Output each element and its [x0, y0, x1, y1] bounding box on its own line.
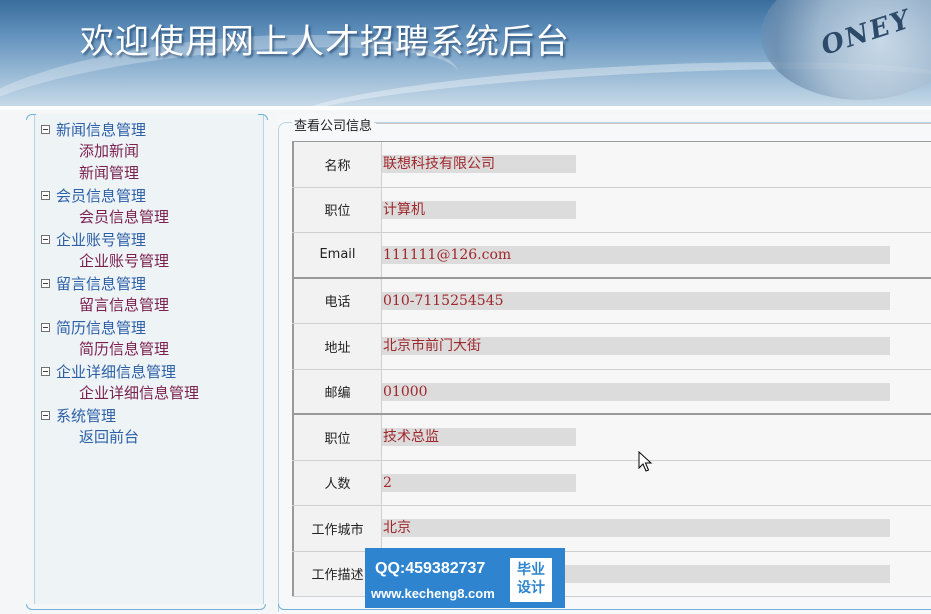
watermark-badge: QQ:459382737 www.kecheng8.com 毕业 设计 — [365, 548, 565, 608]
menu-head-company-accounts[interactable]: 企业账号管理 — [41, 228, 261, 250]
menu-link-member-manage[interactable]: 会员信息管理 — [41, 206, 261, 228]
menu-head-resumes[interactable]: 简历信息管理 — [41, 316, 261, 338]
header-divider — [0, 106, 931, 110]
row-value-name: 联想科技有限公司 — [382, 155, 576, 173]
table-row: 职位 技术总监 — [292, 415, 931, 461]
collapse-icon[interactable] — [41, 410, 50, 420]
collapse-icon[interactable] — [41, 124, 50, 134]
row-value-email: 111111@126.com — [382, 246, 890, 264]
row-value-phone: 010-7115254545 — [382, 291, 890, 310]
row-value-address: 北京市前门大街 — [382, 337, 890, 355]
header-banner: ONEY 欢迎使用网上人才招聘系统后台 — [0, 0, 931, 108]
row-label-headcount: 人数 — [292, 460, 382, 505]
menu-head-news[interactable]: 新闻信息管理 — [41, 118, 261, 140]
menu-head-label: 简历信息管理 — [56, 318, 147, 337]
watermark-tag-line: 设计 — [517, 580, 545, 596]
menu-link-back-to-front[interactable]: 返回前台 — [41, 426, 261, 448]
row-label-postcode: 邮编 — [292, 369, 382, 413]
menu-head-label: 留言信息管理 — [56, 274, 147, 293]
watermark-tag-line: 毕业 — [517, 562, 545, 578]
sidebar-frame-bottom — [26, 604, 266, 610]
menu-link-add-news[interactable]: 添加新闻 — [41, 140, 261, 162]
table-row: Email 111111@126.com — [292, 233, 931, 279]
menu-head-label: 企业账号管理 — [56, 230, 147, 249]
menu-group-resumes: 简历信息管理 简历信息管理 — [41, 316, 261, 360]
menu-head-members[interactable]: 会员信息管理 — [41, 184, 261, 206]
row-value-postcode: 01000 — [382, 382, 890, 401]
collapse-icon[interactable] — [41, 278, 50, 288]
menu-head-company-details[interactable]: 企业详细信息管理 — [41, 360, 261, 382]
fieldset-legend: 查看公司信息 — [292, 115, 375, 134]
menu-link-company-account-manage[interactable]: 企业账号管理 — [41, 250, 261, 272]
collapse-icon[interactable] — [41, 322, 50, 332]
mouse-cursor-icon — [638, 451, 653, 472]
menu-link-message-manage[interactable]: 留言信息管理 — [41, 294, 261, 316]
table-row: 名称 联想科技有限公司 — [292, 142, 931, 188]
menu-group-news: 新闻信息管理 添加新闻 新闻管理 — [41, 118, 261, 184]
row-label-name: 名称 — [292, 142, 382, 187]
row-label-email: Email — [292, 233, 382, 277]
table-row: 邮编 01000 — [292, 369, 931, 415]
sidebar-frame — [26, 114, 36, 120]
menu-head-label: 会员信息管理 — [56, 186, 147, 205]
collapse-icon[interactable] — [41, 234, 50, 244]
menu-head-system[interactable]: 系统管理 — [41, 404, 261, 426]
collapse-icon[interactable] — [41, 366, 50, 376]
menu-head-label: 系统管理 — [56, 406, 117, 425]
menu-head-messages[interactable]: 留言信息管理 — [41, 272, 261, 294]
menu-group-company-details: 企业详细信息管理 企业详细信息管理 — [41, 360, 261, 404]
fieldset-border — [376, 123, 931, 124]
menu-link-news-manage[interactable]: 新闻管理 — [41, 162, 261, 184]
table-row: 地址 北京市前门大街 — [292, 324, 931, 370]
table-row: 职位 计算机 — [292, 187, 931, 233]
menu-group-messages: 留言信息管理 留言信息管理 — [41, 272, 261, 316]
main-frame-bottom — [278, 604, 931, 610]
watermark-qq: QQ:459382737 — [375, 560, 486, 577]
row-value-job-title: 技术总监 — [382, 428, 576, 446]
row-label-job-title: 职位 — [292, 415, 382, 460]
table-row: 工作城市 北京 — [292, 506, 931, 552]
table-row: 人数 2 — [292, 460, 931, 506]
row-label-address: 地址 — [292, 324, 382, 369]
row-label-phone: 电话 — [292, 278, 382, 323]
row-value-position: 计算机 — [382, 200, 576, 219]
watermark-url: www.kecheng8.com — [371, 586, 495, 601]
menu-group-members: 会员信息管理 会员信息管理 — [41, 184, 261, 228]
menu-head-label: 企业详细信息管理 — [56, 362, 177, 381]
row-value-work-city: 北京 — [382, 519, 890, 537]
collapse-icon[interactable] — [41, 190, 50, 200]
menu-group-system: 系统管理 返回前台 — [41, 404, 261, 448]
menu-link-resume-manage[interactable]: 简历信息管理 — [41, 338, 261, 360]
watermark-tag: 毕业 设计 — [510, 558, 552, 602]
menu-link-company-detail-manage[interactable]: 企业详细信息管理 — [41, 382, 261, 404]
row-label-work-city: 工作城市 — [292, 506, 382, 551]
table-row: 电话 010-7115254545 — [292, 278, 931, 324]
company-info-table: 名称 联想科技有限公司 职位 计算机 Email 111111@126.com … — [292, 142, 931, 597]
row-label-position: 职位 — [292, 187, 382, 232]
menu-group-company-accounts: 企业账号管理 企业账号管理 — [41, 228, 261, 272]
menu-head-label: 新闻信息管理 — [56, 120, 147, 139]
row-value-headcount: 2 — [382, 473, 576, 492]
sidebar-menu: 新闻信息管理 添加新闻 新闻管理 会员信息管理 会员信息管理 企业账号管理 企业… — [41, 118, 261, 448]
page-title: 欢迎使用网上人才招聘系统后台 — [80, 22, 570, 62]
